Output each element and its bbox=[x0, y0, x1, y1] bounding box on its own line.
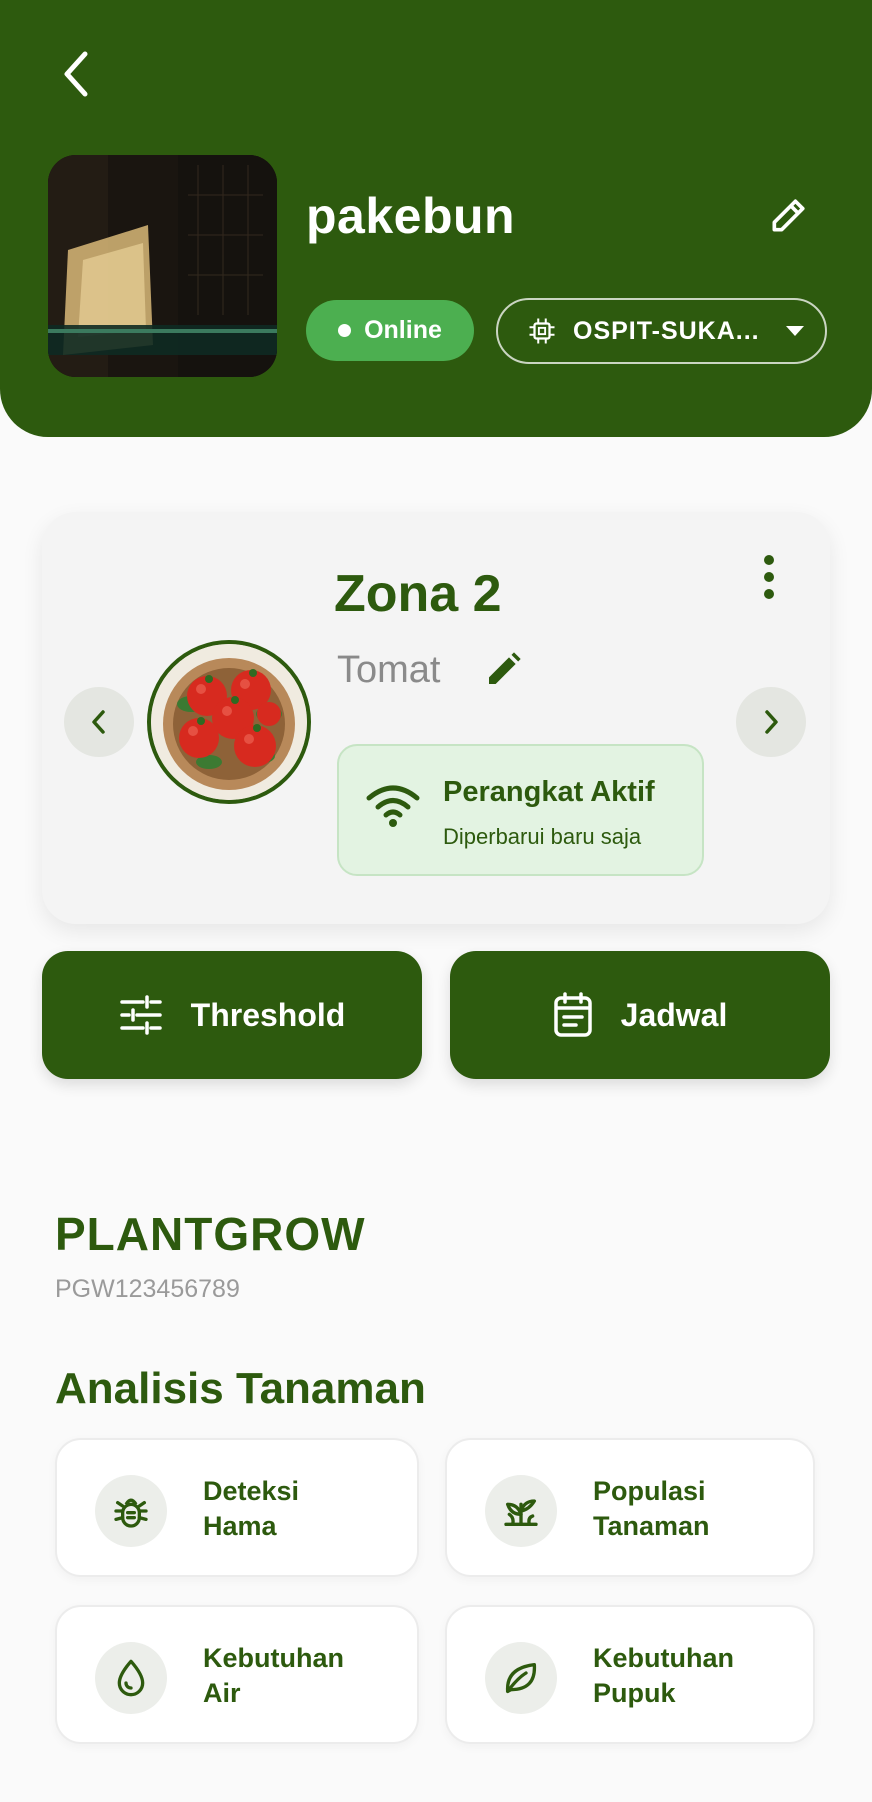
caret-down-icon bbox=[785, 326, 804, 336]
calendar-icon bbox=[553, 992, 592, 1037]
leaf-icon bbox=[505, 1663, 537, 1693]
card-label-line2: Hama bbox=[203, 1511, 277, 1541]
sprout-icon bbox=[504, 1499, 538, 1526]
threshold-button[interactable]: Threshold bbox=[42, 951, 422, 1079]
back-button[interactable] bbox=[52, 45, 100, 103]
wifi-icon bbox=[366, 785, 420, 827]
card-label-line1: Kebutuhan bbox=[593, 1643, 734, 1673]
status-badge: Online bbox=[306, 300, 474, 361]
device-name: PLANTGROW bbox=[55, 1208, 366, 1260]
zone-title: Zona 2 bbox=[334, 565, 502, 623]
device-status-box: Perangkat Aktif Diperbarui baru saja bbox=[337, 744, 704, 876]
status-title: Perangkat Aktif bbox=[443, 776, 655, 808]
device-id: PGW123456789 bbox=[55, 1275, 240, 1303]
card-label-line2: Air bbox=[203, 1678, 241, 1708]
edit-profile-button[interactable] bbox=[762, 188, 816, 242]
card-label-line2: Pupuk bbox=[593, 1678, 676, 1708]
chip-icon bbox=[529, 318, 555, 344]
chevron-left-icon bbox=[92, 710, 105, 734]
card-label-line1: Kebutuhan bbox=[203, 1643, 344, 1673]
plant-name: Tomat bbox=[337, 649, 441, 691]
chevron-right-icon bbox=[765, 710, 778, 734]
profile-header: pakebun Online OSPIT-SUKA... bbox=[0, 0, 872, 437]
pest-detection-card[interactable]: Deteksi Hama bbox=[55, 1438, 419, 1577]
card-label-line1: Deteksi bbox=[203, 1476, 300, 1506]
next-zone-button[interactable] bbox=[736, 687, 806, 757]
water-needs-card[interactable]: Kebutuhan Air bbox=[55, 1605, 419, 1744]
schedule-label: Jadwal bbox=[620, 996, 728, 1033]
previous-zone-button[interactable] bbox=[64, 687, 134, 757]
status-subtitle: Diperbarui baru saja bbox=[443, 824, 642, 849]
avatar bbox=[48, 155, 277, 377]
edit-plant-button[interactable] bbox=[480, 645, 528, 693]
sliders-icon bbox=[119, 995, 162, 1035]
more-options-button[interactable] bbox=[754, 547, 784, 607]
plant-image bbox=[147, 640, 311, 804]
card-label-line1: Populasi bbox=[593, 1476, 706, 1506]
status-label: Online bbox=[364, 316, 442, 344]
more-vertical-icon bbox=[764, 555, 774, 565]
zone-card: Zona 2 Tomat Perangkat Aktif Diperbarui … bbox=[42, 512, 830, 924]
pencil-icon bbox=[489, 652, 521, 684]
card-label-line2: Tanaman bbox=[593, 1511, 710, 1541]
bug-icon bbox=[114, 1498, 148, 1528]
water-drop-icon bbox=[117, 1659, 145, 1697]
pencil-icon bbox=[772, 199, 805, 232]
device-dropdown-label: OSPIT-SUKA... bbox=[573, 316, 760, 345]
profile-name: pakebun bbox=[306, 188, 516, 244]
online-dot-icon bbox=[338, 324, 352, 337]
chevron-left-icon bbox=[64, 51, 88, 97]
device-dropdown[interactable]: OSPIT-SUKA... bbox=[496, 298, 827, 364]
threshold-label: Threshold bbox=[190, 996, 346, 1033]
fertilizer-needs-card[interactable]: Kebutuhan Pupuk bbox=[445, 1605, 815, 1744]
schedule-button[interactable]: Jadwal bbox=[450, 951, 830, 1079]
plant-population-card[interactable]: Populasi Tanaman bbox=[445, 1438, 815, 1577]
analysis-section-title: Analisis Tanaman bbox=[55, 1364, 426, 1413]
